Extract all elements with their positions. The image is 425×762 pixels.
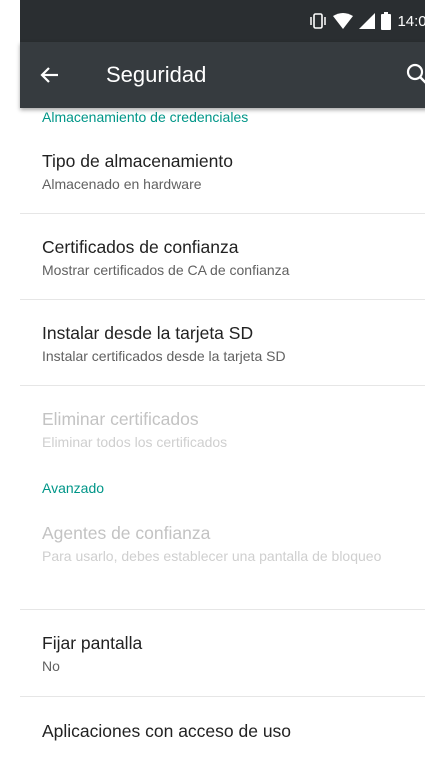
item-summary: Almacenado en hardware	[42, 176, 202, 192]
section-header-advanced: Avanzado	[42, 480, 105, 496]
item-title: Certificados de confianza	[42, 237, 239, 257]
arrow-back-icon	[40, 67, 58, 83]
status-bar: 14:07	[20, 0, 425, 42]
back-button[interactable]	[34, 60, 64, 90]
list-item-remove-certificates: Eliminar certificados Eliminar todos los…	[20, 386, 425, 470]
signal-icon	[359, 13, 376, 29]
item-title: Instalar desde la tarjeta SD	[42, 323, 254, 343]
search-button[interactable]	[405, 62, 425, 88]
list-item-trusted-certificates[interactable]: Certificados de confianza Mostrar certif…	[20, 214, 425, 299]
settings-list[interactable]: Almacenamiento de credenciales Tipo de a…	[20, 108, 425, 762]
item-summary: Mostrar certificados de CA de confianza	[42, 262, 290, 278]
battery-icon	[381, 12, 392, 30]
status-icons: 14:07	[309, 10, 425, 32]
list-item-storage-type[interactable]: Tipo de almacenamiento Almacenado en har…	[20, 130, 425, 213]
item-title: Eliminar certificados	[42, 409, 199, 429]
list-item-screen-pinning[interactable]: Fijar pantalla No	[20, 610, 425, 696]
item-title: Fijar pantalla	[42, 633, 143, 653]
search-icon	[406, 63, 425, 84]
list-item-usage-access-apps[interactable]: Aplicaciones con acceso de uso	[20, 697, 425, 760]
status-time: 14:07	[397, 12, 425, 30]
page-title: Seguridad	[106, 62, 207, 87]
app-bar: Seguridad	[20, 42, 425, 108]
item-title: Tipo de almacenamiento	[42, 151, 233, 171]
list-item-install-from-sd[interactable]: Instalar desde la tarjeta SD Instalar ce…	[20, 300, 425, 385]
vibrate-icon	[309, 13, 327, 29]
item-title: Agentes de confianza	[42, 523, 211, 543]
item-summary: Eliminar todos los certificados	[42, 434, 228, 450]
list-item-trust-agents: Agentes de confianza Para usarlo, debes …	[20, 504, 425, 609]
item-summary: Para usarlo, debes establecer una pantal…	[42, 548, 382, 564]
section-header-credentials: Almacenamiento de credenciales	[42, 109, 249, 125]
item-summary: Instalar certificados desde la tarjeta S…	[42, 348, 286, 364]
wifi-icon	[333, 13, 354, 29]
item-summary: No	[42, 658, 60, 674]
item-title: Aplicaciones con acceso de uso	[42, 721, 292, 741]
